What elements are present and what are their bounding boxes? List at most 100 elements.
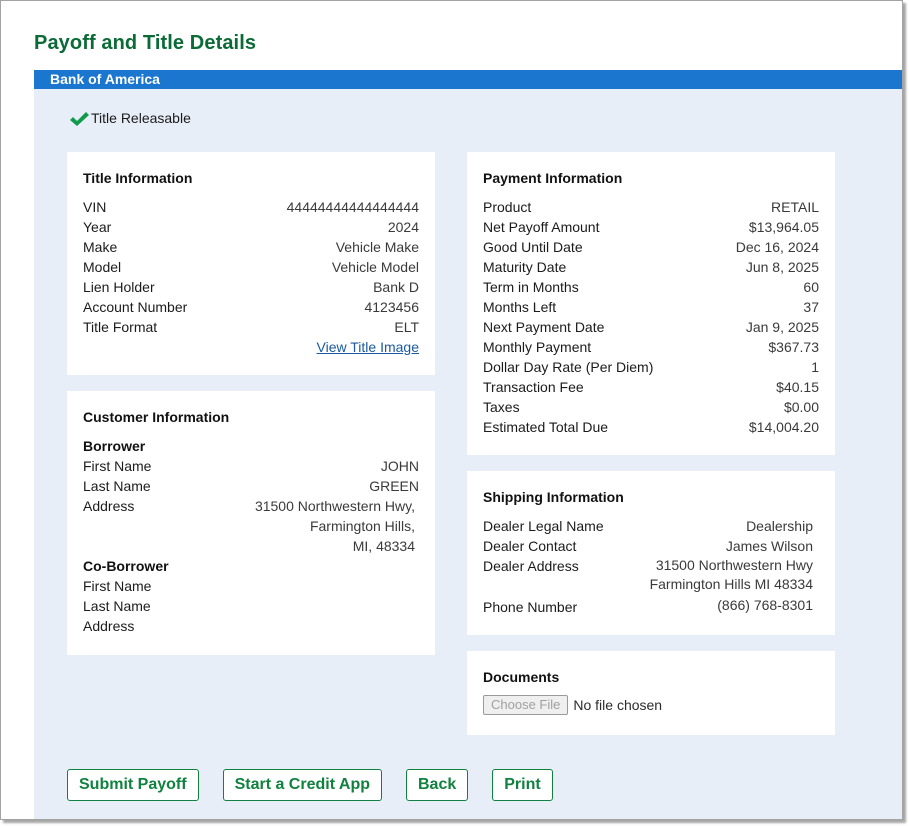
net-payoff-amount-value: $13,964.05 <box>748 219 819 235</box>
good-until-date-label: Good Until Date <box>483 239 583 255</box>
co-borrower-last-name-row: Last Name <box>83 596 419 616</box>
dealer-legal-name-label: Dealer Legal Name <box>483 518 604 534</box>
dealer-contact-label: Dealer Contact <box>483 538 577 554</box>
borrower-last-name-value: GREEN <box>369 478 419 494</box>
view-title-image-row: View Title Image <box>83 337 419 357</box>
product-value: RETAIL <box>771 199 819 215</box>
model-row: Model Vehicle Model <box>83 257 419 277</box>
borrower-address-line: Farmington Hills, <box>309 518 415 534</box>
co-borrower-address-row: Address <box>83 616 419 636</box>
per-diem-value: 1 <box>811 359 819 375</box>
title-format-row: Title Format ELT <box>83 317 419 337</box>
co-borrower-first-name-row: First Name <box>83 576 419 596</box>
co-borrower-last-name-label: Last Name <box>83 598 151 614</box>
payment-information-heading: Payment Information <box>483 170 623 186</box>
account-number-row: Account Number 4123456 <box>83 297 419 317</box>
net-payoff-amount-label: Net Payoff Amount <box>483 219 600 235</box>
co-borrower-heading: Co-Borrower <box>83 558 169 574</box>
estimated-total-due-label: Estimated Total Due <box>483 419 609 435</box>
months-left-label: Months Left <box>483 299 557 315</box>
next-payment-date-row: Next Payment Date Jan 9, 2025 <box>483 317 819 337</box>
borrower-address-line: MI, 48334 <box>352 538 415 554</box>
next-payment-date-value: Jan 9, 2025 <box>745 319 819 335</box>
borrower-heading: Borrower <box>83 438 146 454</box>
content-area: Title Releasable Title Information VIN 4… <box>34 89 902 819</box>
phone-number-label: Phone Number <box>483 599 578 615</box>
borrower-address-line: 31500 Northwestern Hwy, <box>254 498 415 514</box>
file-upload: Choose File No file chosen <box>483 695 819 715</box>
borrower-address-value: 31500 Northwestern Hwy, Farmington Hills… <box>255 496 419 556</box>
vin-value: 44444444444444444 <box>286 199 419 215</box>
make-row: Make Vehicle Make <box>83 237 419 257</box>
customer-information-card: Customer Information Borrower First Name… <box>67 391 435 655</box>
estimated-total-due-value: $14,004.20 <box>748 419 819 435</box>
estimated-total-due-row: Estimated Total Due $14,004.20 <box>483 417 819 437</box>
dealer-legal-name-value: Dealership <box>746 518 813 534</box>
make-value: Vehicle Make <box>335 239 419 255</box>
file-status-text: No file chosen <box>573 697 663 713</box>
dealer-address-line: 31500 Northwestern Hwy <box>655 557 813 573</box>
make-label: Make <box>83 239 118 255</box>
co-borrower-first-name-label: First Name <box>83 578 152 594</box>
dealer-address-value: 31500 Northwestern Hwy Farmington Hills … <box>650 556 819 594</box>
net-payoff-amount-row: Net Payoff Amount $13,964.05 <box>483 217 819 237</box>
good-until-date-row: Good Until Date Dec 16, 2024 <box>483 237 819 257</box>
account-number-label: Account Number <box>83 299 188 315</box>
dealer-legal-name-row: Dealer Legal Name Dealership <box>483 516 819 536</box>
checkmark-icon <box>70 112 89 126</box>
months-left-row: Months Left 37 <box>483 297 819 317</box>
per-diem-row: Dollar Day Rate (Per Diem) 1 <box>483 357 819 377</box>
taxes-row: Taxes $0.00 <box>483 397 819 417</box>
lien-holder-label: Lien Holder <box>83 279 155 295</box>
page-title: Payoff and Title Details <box>34 32 257 54</box>
borrower-last-name-label: Last Name <box>83 478 151 494</box>
title-information-card: Title Information VIN 44444444444444444 … <box>67 152 435 375</box>
title-information-heading: Title Information <box>83 170 193 186</box>
borrower-first-name-label: First Name <box>83 458 152 474</box>
choose-file-button[interactable]: Choose File <box>483 695 569 715</box>
monthly-payment-label: Monthly Payment <box>483 339 592 355</box>
term-in-months-label: Term in Months <box>483 279 579 295</box>
per-diem-label: Dollar Day Rate (Per Diem) <box>483 359 654 375</box>
shipping-information-card: Shipping Information Dealer Legal Name D… <box>467 471 835 635</box>
transaction-fee-label: Transaction Fee <box>483 379 584 395</box>
account-number-value: 4123456 <box>364 299 419 315</box>
model-value: Vehicle Model <box>331 259 419 275</box>
months-left-value: 37 <box>803 299 819 315</box>
page-frame: Payoff and Title Details Bank of America… <box>0 0 903 820</box>
term-in-months-row: Term in Months 60 <box>483 277 819 297</box>
dealer-address-row: Dealer Address 31500 Northwestern Hwy Fa… <box>483 556 819 594</box>
monthly-payment-value: $367.73 <box>768 339 819 355</box>
view-title-image-link[interactable]: View Title Image <box>317 337 419 357</box>
print-button[interactable]: Print <box>492 769 553 801</box>
taxes-value: $0.00 <box>783 399 819 415</box>
borrower-last-name-row: Last Name GREEN <box>83 476 419 496</box>
submit-payoff-button[interactable]: Submit Payoff <box>67 769 199 801</box>
monthly-payment-row: Monthly Payment $367.73 <box>483 337 819 357</box>
start-credit-app-button[interactable]: Start a Credit App <box>222 769 382 801</box>
year-label: Year <box>83 219 112 235</box>
documents-heading: Documents <box>483 669 560 685</box>
phone-number-value: (866) 768-8301 <box>717 597 813 613</box>
maturity-date-value: Jun 8, 2025 <box>745 259 819 275</box>
term-in-months-value: 60 <box>803 279 819 295</box>
payment-information-card: Payment Information Product RETAIL Net P… <box>467 152 835 455</box>
co-borrower-address-label: Address <box>83 618 135 634</box>
back-button[interactable]: Back <box>405 769 469 801</box>
dealer-contact-value: James Wilson <box>725 538 813 554</box>
action-bar: Submit Payoff Start a Credit App Back Pr… <box>67 769 577 801</box>
dealer-contact-row: Dealer Contact James Wilson <box>483 536 819 556</box>
transaction-fee-value: $40.15 <box>776 379 819 395</box>
next-payment-date-label: Next Payment Date <box>483 319 605 335</box>
phone-number-row: Phone Number (866) 768-8301 <box>483 595 819 617</box>
maturity-date-row: Maturity Date Jun 8, 2025 <box>483 257 819 277</box>
model-label: Model <box>83 259 122 275</box>
borrower-address-label: Address <box>83 498 135 514</box>
lien-holder-value: Bank D <box>373 279 419 295</box>
product-label: Product <box>483 199 532 215</box>
vin-row: VIN 44444444444444444 <box>83 197 419 217</box>
shipping-information-heading: Shipping Information <box>483 489 624 505</box>
taxes-label: Taxes <box>483 399 520 415</box>
customer-information-heading: Customer Information <box>83 409 230 425</box>
bank-header: Bank of America <box>34 70 902 89</box>
